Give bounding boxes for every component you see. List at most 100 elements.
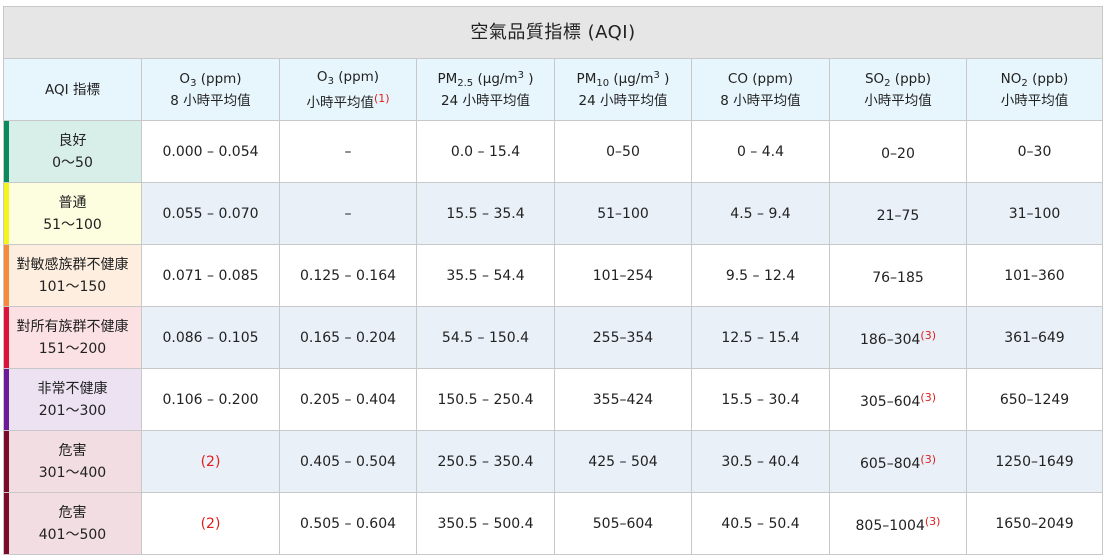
aqi-level-cell: 對敏感族群不健康 101～150 [3,244,142,307]
header-pm10: PM10 (µg/m3 ) 24 小時平均值 [554,58,692,121]
no2-cell: 650–1249 [966,368,1103,431]
pm10-cell: 505–604 [554,492,692,555]
level-color-bar [4,431,9,492]
o3-1h-cell: 0.405 – 0.504 [279,430,417,493]
table-row: 對敏感族群不健康 101～150 0.071 – 0.085 0.125 – 0.… [3,244,1103,307]
footnote-3: (3) [920,328,937,342]
level-color-bar [4,493,9,554]
level-range: 0～50 [52,154,93,171]
no2-cell: 101–360 [966,244,1103,307]
so2-cell: 605–804(3) [829,430,967,493]
pm25-cell: 15.5 – 35.4 [416,182,555,245]
level-color-bar [4,307,9,368]
o3-1h-cell: 0.205 – 0.404 [279,368,417,431]
header-co: CO (ppm) 8 小時平均值 [691,58,830,121]
table-body: 良好 0～50 0.000 – 0.054 – 0.0 – 15.4 0–50 0… [3,120,1103,555]
level-color-bar [4,121,9,182]
level-range: 401～500 [38,526,107,543]
level-color-bar [4,183,9,244]
level-range: 201～300 [38,402,107,419]
level-range: 51～100 [43,216,102,233]
footnote-2: (2) [200,453,221,470]
so2-cell: 186–304(3) [829,306,967,369]
o3-1h-cell: – [279,120,417,183]
so2-cell: 0–20 [829,120,967,183]
no2-cell: 1250–1649 [966,430,1103,493]
co-cell: 40.5 – 50.4 [691,492,830,555]
level-range: 101～150 [38,278,107,295]
header-o3-8h: O3 (ppm) 8 小時平均值 [141,58,280,121]
table-row: 普通 51～100 0.055 – 0.070 – 15.5 – 35.4 51–… [3,182,1103,245]
aqi-level-cell: 對所有族群不健康 151～200 [3,306,142,369]
footnote-1: (1) [373,91,390,105]
footnote-3: (3) [924,514,941,528]
table-row: 非常不健康 201～300 0.106 – 0.200 0.205 – 0.404… [3,368,1103,431]
o3-8h-cell: 0.106 – 0.200 [141,368,280,431]
pm10-cell: 0–50 [554,120,692,183]
o3-1h-cell: 0.125 – 0.164 [279,244,417,307]
level-color-bar [4,245,9,306]
co-cell: 12.5 – 15.4 [691,306,830,369]
so2-cell: 305–604(3) [829,368,967,431]
so2-cell: 805–1004(3) [829,492,967,555]
no2-cell: 31–100 [966,182,1103,245]
footnote-3: (3) [920,390,937,404]
aqi-level-cell: 良好 0～50 [3,120,142,183]
aqi-level-cell: 危害 301～400 [3,430,142,493]
co-cell: 9.5 – 12.4 [691,244,830,307]
level-name: 對所有族群不健康 [16,318,129,335]
table-row: 危害 301～400 (2) 0.405 – 0.504 250.5 – 350.… [3,430,1103,493]
header-aqi: AQI 指標 [3,58,142,121]
aqi-level-cell: 非常不健康 201～300 [3,368,142,431]
table-title: 空氣品質指標 (AQI) [3,6,1103,59]
pm25-cell: 54.5 – 150.4 [416,306,555,369]
header-pm25: PM2.5 (µg/m3 ) 24 小時平均值 [416,58,555,121]
co-cell: 0 – 4.4 [691,120,830,183]
no2-cell: 0–30 [966,120,1103,183]
o3-8h-cell: 0.071 – 0.085 [141,244,280,307]
level-name: 普通 [58,194,87,211]
so2-cell: 21–75 [829,182,967,245]
so2-cell: 76–185 [829,244,967,307]
footnote-2: (2) [200,515,221,532]
pm10-cell: 355–424 [554,368,692,431]
o3-8h-cell: (2) [141,430,280,493]
table-row: 對所有族群不健康 151～200 0.086 – 0.105 0.165 – 0.… [3,306,1103,369]
pm25-cell: 250.5 – 350.4 [416,430,555,493]
header-so2: SO2 (ppb) 小時平均值 [829,58,967,121]
o3-8h-cell: (2) [141,492,280,555]
pm25-cell: 150.5 – 250.4 [416,368,555,431]
pm25-cell: 0.0 – 15.4 [416,120,555,183]
aqi-table: 空氣品質指標 (AQI) AQI 指標 O3 (ppm) 8 小時平均值 O3 … [3,6,1103,555]
no2-cell: 1650–2049 [966,492,1103,555]
pm10-cell: 101–254 [554,244,692,307]
footnote-3: (3) [920,452,937,466]
o3-1h-cell: 0.505 – 0.604 [279,492,417,555]
o3-1h-cell: 0.165 – 0.204 [279,306,417,369]
table-row: 危害 401～500 (2) 0.505 – 0.604 350.5 – 500.… [3,492,1103,555]
level-range: 151～200 [38,340,107,357]
o3-8h-cell: 0.000 – 0.054 [141,120,280,183]
level-name: 非常不健康 [37,380,108,397]
pm10-cell: 425 – 504 [554,430,692,493]
co-cell: 30.5 – 40.4 [691,430,830,493]
o3-1h-cell: – [279,182,417,245]
header-row: AQI 指標 O3 (ppm) 8 小時平均值 O3 (ppm) 小時平均值(1… [3,58,1103,121]
level-range: 301～400 [38,464,107,481]
aqi-level-cell: 普通 51～100 [3,182,142,245]
header-no2: NO2 (ppb) 小時平均值 [966,58,1103,121]
no2-cell: 361–649 [966,306,1103,369]
level-name: 危害 [58,504,87,521]
pm25-cell: 35.5 – 54.4 [416,244,555,307]
level-name: 危害 [58,442,87,459]
aqi-table-container: 空氣品質指標 (AQI) AQI 指標 O3 (ppm) 8 小時平均值 O3 … [3,6,1103,555]
o3-8h-cell: 0.055 – 0.070 [141,182,280,245]
co-cell: 15.5 – 30.4 [691,368,830,431]
pm10-cell: 51–100 [554,182,692,245]
o3-8h-cell: 0.086 – 0.105 [141,306,280,369]
header-o3-1h: O3 (ppm) 小時平均值(1) [279,58,417,121]
level-name: 對敏感族群不健康 [16,256,129,273]
co-cell: 4.5 – 9.4 [691,182,830,245]
level-color-bar [4,369,9,430]
pm10-cell: 255–354 [554,306,692,369]
